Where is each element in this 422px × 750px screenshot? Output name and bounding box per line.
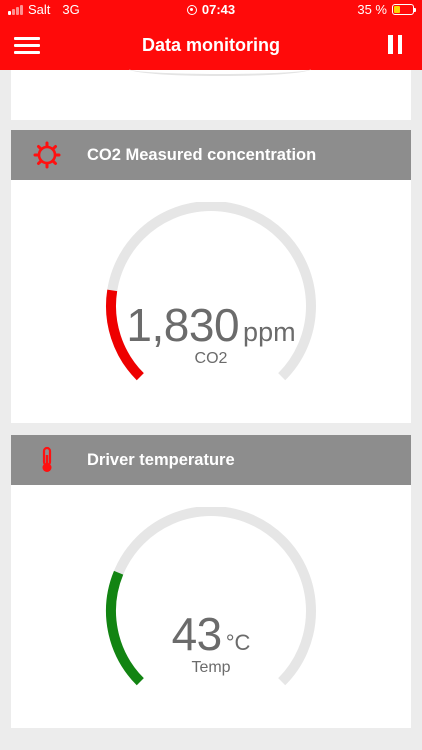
location-icon — [186, 5, 197, 15]
battery-percent: 35 % — [357, 2, 387, 17]
card-title: CO2 Measured concentration — [87, 146, 317, 164]
battery-icon — [392, 4, 416, 15]
gear-icon — [33, 141, 61, 169]
previous-card-partial — [11, 70, 411, 120]
gauge-reading: 1,830 ppm — [99, 298, 323, 352]
gauge-unit: ppm — [243, 317, 296, 347]
status-right: 35 % — [357, 2, 416, 17]
page-title: Data monitoring — [142, 35, 280, 55]
temperature-gauge: 43 °C Temp — [99, 507, 323, 691]
gauge-reading: 43 °C — [99, 607, 323, 661]
co2-gauge: 1,830 ppm CO2 — [99, 202, 323, 386]
thermometer-icon — [42, 446, 52, 472]
pause-icon[interactable] — [388, 35, 402, 54]
gauge-unit: °C — [225, 630, 251, 655]
card-title: Driver temperature — [87, 451, 235, 469]
gauge-value: 1,830 — [126, 299, 240, 351]
temperature-card: Driver temperature 43 °C Temp — [11, 435, 411, 728]
card-header: Driver temperature — [11, 435, 411, 485]
gauge-label: CO2 — [194, 350, 228, 367]
battery-fill — [394, 6, 401, 13]
gauge-label: Temp — [191, 659, 231, 676]
previous-gauge-arc — [129, 62, 311, 76]
co2-card: CO2 Measured concentration 1,830 ppm CO2 — [11, 130, 411, 423]
status-time: 07:43 — [201, 2, 236, 17]
status-bar: Salt 3G 07:43 35 % — [0, 0, 422, 20]
card-header: CO2 Measured concentration — [11, 130, 411, 180]
gauge-value: 43 — [171, 608, 223, 660]
